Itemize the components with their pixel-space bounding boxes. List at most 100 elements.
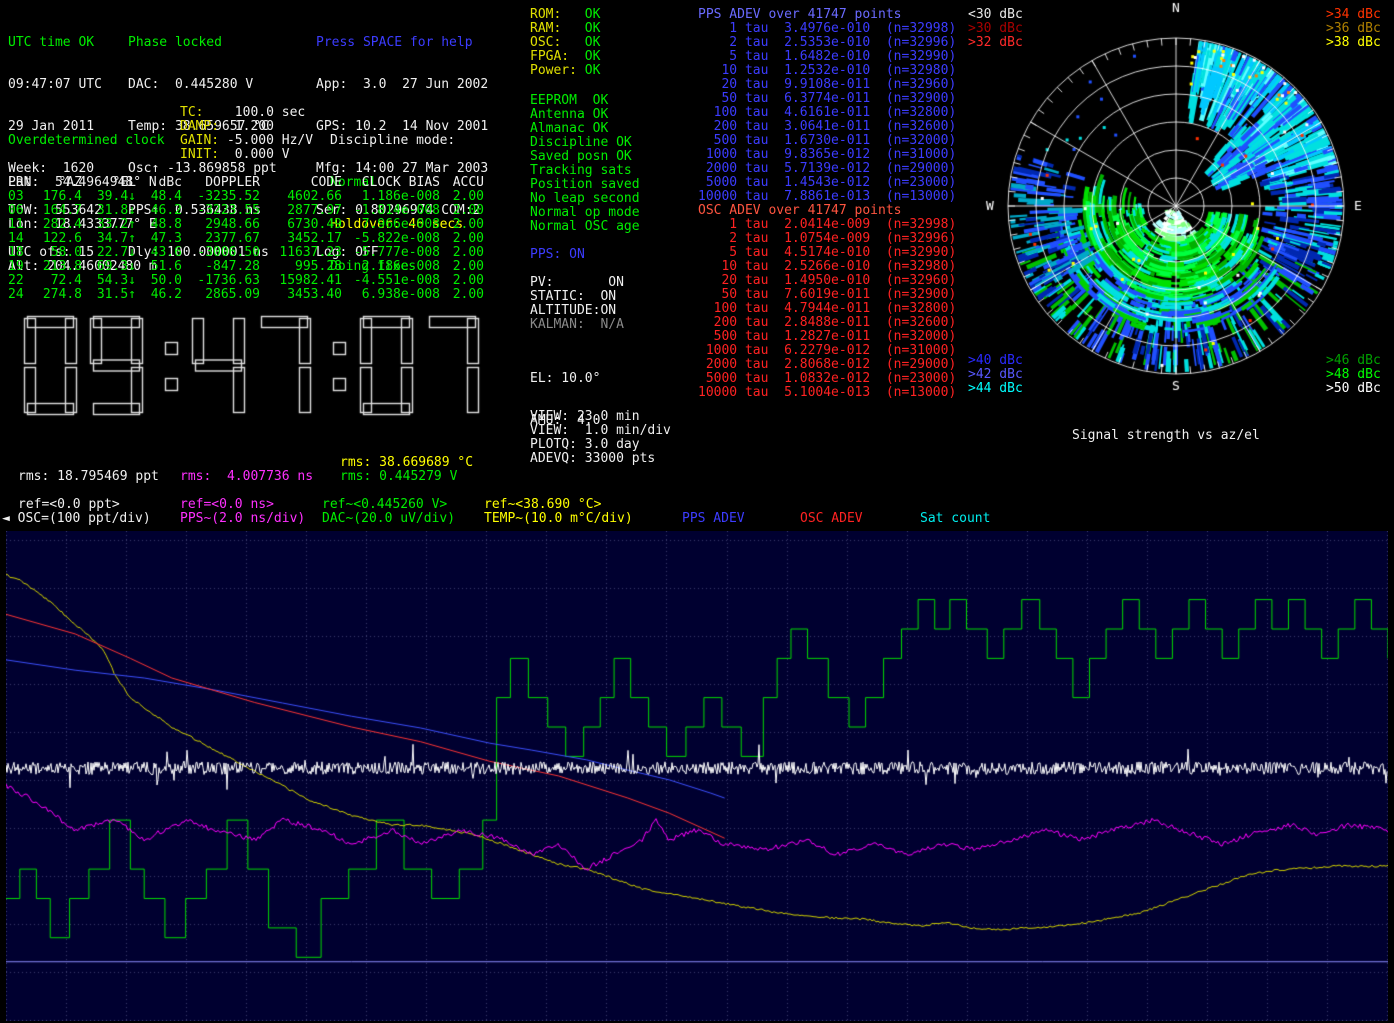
utc-status: UTC time OK bbox=[8, 36, 102, 50]
sat-cell: 14 bbox=[8, 232, 32, 246]
sat-cell: -5.777e-008 bbox=[342, 246, 440, 260]
sat-cell: 43.6 bbox=[136, 246, 182, 260]
sat-cell: 31.8↓ bbox=[82, 204, 136, 218]
status-item: Tracking sats bbox=[530, 164, 640, 178]
selftest-label: RAM: bbox=[530, 21, 585, 36]
pps-reference: ref=<0.0 ns> bbox=[180, 498, 274, 512]
sat-cell: 122.6 bbox=[32, 232, 82, 246]
sat-header-cell: dBc bbox=[136, 176, 182, 190]
selftest-label: Power: bbox=[530, 63, 585, 78]
app-version: App: 3.0 27 Jun 2002 bbox=[316, 78, 488, 92]
selftest-row: OSC: OK bbox=[530, 36, 600, 50]
satellite-table: PRN°AZ°ELdBcDOPPLERCODECLOCK BIASACCU031… bbox=[8, 176, 484, 302]
sat-table-row: 03176.439.4↓48.4-3235.524602.661.186e-00… bbox=[8, 190, 484, 204]
sat-cell: 18 bbox=[8, 246, 32, 260]
sat-cell: 1.186e-008 bbox=[342, 190, 440, 204]
sat-cell: 46.2 bbox=[136, 204, 182, 218]
selftest-label: ROM: bbox=[530, 7, 585, 22]
phase-status: Phase locked bbox=[128, 36, 277, 50]
sat-header-cell: °EL bbox=[82, 176, 136, 190]
adev-row: 50 tau 7.6019e-011 (n=32900) bbox=[698, 288, 956, 302]
selftest-status: OK bbox=[585, 35, 601, 50]
adev-row: 5000 tau 1.4543e-012 (n=23000) bbox=[698, 176, 956, 190]
sat-cell: 7.966e-008 bbox=[342, 218, 440, 232]
polar-map-caption: Signal strength vs az/el bbox=[1072, 429, 1260, 443]
selftest-row: RAM: OK bbox=[530, 22, 600, 36]
sat-cell: 48.4 bbox=[136, 190, 182, 204]
selftest-status: OK bbox=[585, 63, 601, 78]
selftest-row: FPGA: OK bbox=[530, 50, 600, 64]
receiver-flags: PV: ONSTATIC: ONALTITUDE:ONKALMAN: N/A bbox=[530, 276, 624, 332]
loop-param-row: INIT: 0.000 V bbox=[180, 148, 313, 162]
status-item: Discipline OK bbox=[530, 136, 640, 150]
adev-row: 1000 tau 6.2279e-012 (n=31000) bbox=[698, 344, 956, 358]
osc-reference: ref=<0.0 ppt> bbox=[18, 498, 120, 512]
sat-cell: -1736.63 bbox=[182, 274, 260, 288]
status-item: Antenna OK bbox=[530, 108, 640, 122]
loop-param-row: TC: 100.0 sec bbox=[180, 106, 313, 120]
sat-cell: -3235.52 bbox=[182, 190, 260, 204]
sat-cell: 2.00 bbox=[440, 190, 484, 204]
selftest-status: OK bbox=[585, 7, 601, 22]
status-item: EEPROM OK bbox=[530, 94, 640, 108]
pps-state: PPS: ON bbox=[530, 248, 585, 262]
loop-param-row: DAMP: 1.200 bbox=[180, 120, 313, 134]
sat-cell: 2.00 bbox=[440, 288, 484, 302]
receiver-flag: KALMAN: N/A bbox=[530, 318, 624, 332]
sat-cell: -1.814e-008 bbox=[342, 204, 440, 218]
loop-param-label: INIT: bbox=[180, 147, 219, 162]
temp-reference: ref~<38.690 °C> bbox=[484, 498, 601, 512]
adev-row: 2 tau 2.5353e-010 (n=32996) bbox=[698, 36, 956, 50]
loop-params-panel: TC: 100.0 secDAMP: 1.200GAIN: -5.000 Hz/… bbox=[180, 106, 313, 162]
adev-row: 10 tau 2.5266e-010 (n=32980) bbox=[698, 260, 956, 274]
osc-adev-table: OSC ADEV over 41747 points 1 tau 2.0414e… bbox=[698, 204, 956, 400]
receiver-flag: STATIC: ON bbox=[530, 290, 624, 304]
elevation-mask: EL: 10.0° bbox=[530, 372, 600, 386]
sat-cell: 176.4 bbox=[32, 190, 82, 204]
sat-cell: 19 bbox=[8, 260, 32, 274]
status-item: Position saved bbox=[530, 178, 640, 192]
sat-cell: 2.00 bbox=[440, 246, 484, 260]
rms-temp: rms: 38.669689 °C bbox=[340, 456, 473, 470]
rms-pps: rms: 4.007736 ns bbox=[180, 470, 313, 484]
sat-header-cell: CODE bbox=[260, 176, 342, 190]
sat-header-cell: PRN bbox=[8, 176, 32, 190]
loop-param-value: 100.0 sec bbox=[203, 105, 305, 120]
loop-param-label: DAMP: bbox=[180, 119, 219, 134]
dac-reference: ref~<0.445260 V> bbox=[322, 498, 447, 512]
dac-scale: DAC~(20.0 uV/div) bbox=[322, 512, 455, 526]
sat-cell: 213.8 bbox=[32, 260, 82, 274]
adev-row: 5000 tau 1.0832e-012 (n=23000) bbox=[698, 372, 956, 386]
sat-cell: 2877.97 bbox=[260, 204, 342, 218]
status-item: Normal op mode bbox=[530, 206, 640, 220]
temp-scale: TEMP~(10.0 m°C/div) bbox=[484, 512, 633, 526]
sat-cell: 54.3↓ bbox=[82, 274, 136, 288]
sat-table-row: 06164.731.8↓46.2-3223.552877.97-1.814e-0… bbox=[8, 204, 484, 218]
sat-cell: 2948.66 bbox=[182, 218, 260, 232]
adev-row: 100 tau 4.6161e-011 (n=32800) bbox=[698, 106, 956, 120]
satellite-signal-polar-map bbox=[958, 0, 1394, 424]
status-item: No leap second bbox=[530, 192, 640, 206]
sat-cell: 72.4 bbox=[32, 274, 82, 288]
sat-header-cell: DOPPLER bbox=[182, 176, 260, 190]
discipline-mode-label: Discipline mode: bbox=[330, 134, 463, 148]
sat-cell: 11 bbox=[8, 218, 32, 232]
seven-segment-clock bbox=[20, 312, 490, 418]
adev-row: 1 tau 2.0414e-009 (n=32998) bbox=[698, 218, 956, 232]
sat-cell: 2.00 bbox=[440, 274, 484, 288]
rms-dac: rms: 0.445279 V bbox=[340, 470, 457, 484]
sat-table-row: 19213.869.3↓51.6-847.28995.282.186e-0082… bbox=[8, 260, 484, 274]
adev-title: PPS ADEV over 41747 points bbox=[698, 8, 956, 22]
loop-param-value: -5.000 Hz/V bbox=[219, 133, 313, 148]
adev-row: 500 tau 1.6730e-011 (n=32000) bbox=[698, 134, 956, 148]
history-strip-chart[interactable] bbox=[6, 531, 1388, 1021]
sat-cell: 51.6 bbox=[136, 260, 182, 274]
receiver-status-list: EEPROM OKAntenna OKAlmanac OKDiscipline … bbox=[530, 94, 640, 234]
sat-cell: 22 bbox=[8, 274, 32, 288]
adev-row: 10000 tau 7.8861e-013 (n=13000) bbox=[698, 190, 956, 204]
selftest-status: OK bbox=[585, 49, 601, 64]
sat-cell: 995.28 bbox=[260, 260, 342, 274]
sat-header-cell: °AZ bbox=[32, 176, 82, 190]
sat-cell: 2.00 bbox=[440, 232, 484, 246]
sat-cell: 2865.09 bbox=[182, 288, 260, 302]
